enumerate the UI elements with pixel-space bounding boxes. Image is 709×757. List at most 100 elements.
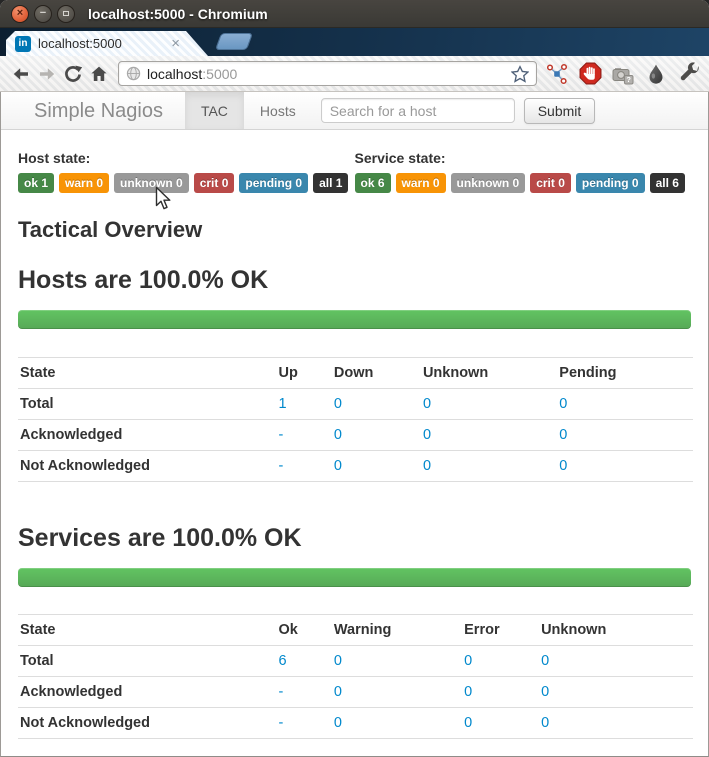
- tab-title: localhost:5000: [38, 36, 122, 51]
- host-state-title: Host state:: [18, 150, 91, 166]
- count-link[interactable]: 0: [334, 715, 342, 731]
- service-badge-ok: ok 6: [354, 173, 391, 193]
- cell-link[interactable]: 0: [539, 645, 693, 677]
- browser-tab[interactable]: in localhost:5000 ×: [6, 31, 208, 56]
- cell-link[interactable]: 0: [557, 419, 693, 451]
- nav-item-hosts[interactable]: Hosts: [244, 92, 312, 129]
- count-link[interactable]: 0: [559, 458, 567, 474]
- service-badge-unknown: unknown 0: [450, 173, 526, 193]
- cell-link[interactable]: 0: [420, 450, 558, 482]
- hosts-col-pending: Pending: [557, 357, 693, 389]
- window-close-button[interactable]: ×: [11, 4, 29, 23]
- forward-button[interactable]: [34, 61, 60, 87]
- window-title: localhost:5000 - Chromium: [88, 5, 268, 22]
- cell-dash: -: [276, 450, 332, 482]
- cell-link[interactable]: 0: [557, 388, 693, 420]
- cell-link[interactable]: 0: [420, 419, 558, 451]
- count-link[interactable]: 6: [279, 653, 287, 669]
- url-bar[interactable]: localhost:5000: [118, 61, 537, 86]
- count-link[interactable]: 0: [334, 653, 342, 669]
- host-state-badges: ok 1 warn 0 unknown 0 crit 0 pending 0 a…: [18, 173, 355, 193]
- cell-link[interactable]: 0: [557, 450, 693, 482]
- count-link[interactable]: 0: [541, 653, 549, 669]
- cell-link[interactable]: 0: [539, 707, 693, 739]
- table-row: Acknowledged - 0 0 0: [18, 419, 693, 451]
- count-link[interactable]: 0: [334, 427, 342, 443]
- cell-link[interactable]: 0: [539, 676, 693, 708]
- cell-link[interactable]: 0: [331, 450, 421, 482]
- services-col-warning: Warning: [331, 614, 463, 646]
- count-link[interactable]: 0: [334, 684, 342, 700]
- proxy-extension-button[interactable]: [545, 62, 569, 86]
- count-link[interactable]: 0: [423, 458, 431, 474]
- site-navbar: Simple Nagios TAC Hosts Submit: [1, 92, 708, 130]
- cell-link[interactable]: 1: [276, 388, 332, 420]
- count-link[interactable]: 0: [541, 715, 549, 731]
- table-row: Not Acknowledged - 0 0 0: [18, 450, 693, 482]
- row-label: Total: [18, 388, 277, 420]
- cell-link[interactable]: 6: [276, 645, 332, 677]
- count-link[interactable]: 0: [464, 653, 472, 669]
- count-link[interactable]: 0: [464, 684, 472, 700]
- nav-item-tac[interactable]: TAC: [184, 92, 244, 129]
- cell-link[interactable]: 0: [462, 645, 540, 677]
- page-title: Tactical Overview: [18, 217, 203, 242]
- services-col-error: Error: [462, 614, 540, 646]
- tab-close-icon[interactable]: ×: [171, 36, 180, 51]
- settings-wrench-button[interactable]: [677, 62, 701, 86]
- count-link[interactable]: 0: [559, 427, 567, 443]
- status-row: Host state: ok 1 warn 0 unknown 0 crit 0…: [18, 150, 691, 193]
- services-progress-bar: [18, 568, 691, 587]
- cell-link[interactable]: 0: [331, 676, 463, 708]
- cell-link[interactable]: 0: [462, 707, 540, 739]
- cell-link[interactable]: 0: [331, 645, 463, 677]
- extension-icons: ?: [545, 62, 701, 86]
- count-link[interactable]: 0: [423, 396, 431, 412]
- count-link[interactable]: 0: [334, 458, 342, 474]
- url-port: :5000: [202, 65, 238, 82]
- table-row: Total 6 0 0 0: [18, 645, 693, 677]
- services-table-header: State Ok Warning Error Unknown: [18, 614, 693, 646]
- close-icon: ×: [16, 7, 24, 19]
- host-badge-crit: crit 0: [193, 173, 235, 193]
- adblock-extension-button[interactable]: [578, 62, 602, 86]
- home-button[interactable]: [86, 61, 112, 87]
- service-badge-all: all 6: [649, 173, 685, 193]
- reload-button[interactable]: [60, 61, 86, 87]
- hosts-col-state: State: [18, 357, 277, 389]
- browser-window: × − localhost:5000 - Chromium in localho…: [0, 0, 709, 757]
- table-row: Not Acknowledged - 0 0 0: [18, 707, 693, 739]
- window-minimize-button[interactable]: −: [34, 4, 52, 23]
- cell-link[interactable]: 0: [462, 676, 540, 708]
- count-link[interactable]: 0: [541, 684, 549, 700]
- cell-link[interactable]: 0: [331, 707, 463, 739]
- search-submit-button[interactable]: Submit: [523, 97, 596, 124]
- screenshot-extension-button[interactable]: ?: [611, 62, 635, 86]
- host-search-input[interactable]: [320, 98, 515, 123]
- cell-link[interactable]: 0: [420, 388, 558, 420]
- host-badge-unknown: unknown 0: [114, 173, 189, 193]
- services-col-ok: Ok: [276, 614, 332, 646]
- new-tab-button[interactable]: [214, 33, 254, 50]
- svg-text:?: ?: [626, 75, 631, 84]
- window-maximize-button[interactable]: [57, 4, 75, 23]
- cell-link[interactable]: 0: [331, 388, 421, 420]
- service-badge-crit: crit 0: [530, 173, 571, 193]
- cell-dash: -: [276, 419, 332, 451]
- row-label: Total: [18, 645, 277, 677]
- back-button[interactable]: [8, 61, 34, 87]
- stop-hand-icon: [579, 62, 601, 85]
- count-link[interactable]: 0: [423, 427, 431, 443]
- count-link[interactable]: 1: [279, 396, 287, 412]
- browser-toolbar: localhost:5000 ?: [0, 56, 709, 92]
- host-badge-ok: ok 1: [18, 173, 55, 193]
- bookmark-star-button[interactable]: [511, 64, 529, 83]
- services-col-unknown: Unknown: [539, 614, 693, 646]
- count-link[interactable]: 0: [559, 396, 567, 412]
- droplet-extension-button[interactable]: [644, 62, 668, 86]
- count-link[interactable]: 0: [334, 396, 342, 412]
- cell-link[interactable]: 0: [331, 419, 421, 451]
- count-link[interactable]: 0: [464, 715, 472, 731]
- hosts-table: State Up Down Unknown Pending Total 1 0 …: [18, 357, 693, 482]
- row-label: Not Acknowledged: [18, 707, 277, 739]
